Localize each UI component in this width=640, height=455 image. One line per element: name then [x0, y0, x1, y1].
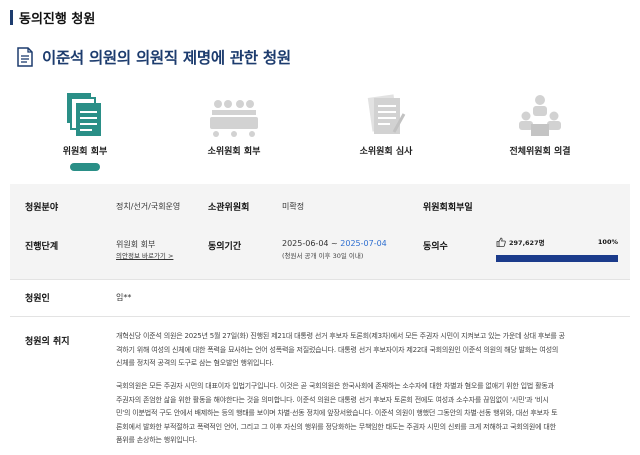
votes-count-wrap: 297,627명 [496, 237, 545, 247]
purpose-line: 격하기 위해 여성의 신체에 대한 폭력을 묘사하는 언어 성폭력을 저질렀습니… [116, 345, 559, 354]
divider [10, 279, 630, 280]
period-note: (청원서 공개 이후 30일 이내) [282, 252, 364, 260]
votes-summary: 297,627명 100% [496, 237, 618, 247]
purpose-paragraph-1: 개혁신당 이준석 의원은 2025년 5월 27일(화) 진행된 제21대 대통… [116, 330, 626, 371]
committee-icon [519, 95, 561, 136]
field-value: 정치/선거/국회운영 [116, 202, 181, 211]
thumbs-up-icon [496, 237, 506, 247]
period-value: 2025-06-04 ~ 2025-07-04 [282, 239, 387, 248]
step-label: 소위원회 심사 [359, 147, 413, 157]
purpose-paragraph-2: 국회의원은 모든 주권자 시민의 대표이자 입법기구입니다. 이것은 곧 국회의… [116, 380, 626, 448]
stage-label: 진행단계 [25, 242, 59, 252]
section-header-bar [10, 9, 13, 25]
meeting-table-icon [210, 100, 258, 137]
step-label: 위원회 회부 [62, 147, 108, 157]
petitioner-label: 청원인 [25, 294, 50, 304]
divider [10, 316, 630, 317]
document-icon [17, 47, 33, 67]
period-label: 동의기간 [208, 242, 242, 252]
votes-percent: 100% [597, 238, 618, 246]
section-title: 동의진행 청원 [19, 11, 96, 27]
purpose-line: 신체를 정치적 공격의 도구로 삼는 혐오발언 행위입니다. [116, 359, 274, 368]
step-subcommittee-review: 소위원회 심사 [326, 88, 446, 157]
petition-title-row: 이준석 의원의 의원직 제명에 관한 청원 [16, 46, 291, 68]
petition-info: 청원분야 정치/선거/국회운영 소관위원회 미확정 위원회회부일 진행단계 위원… [10, 184, 630, 450]
purpose-line: 주권자의 존엄한 삶을 위한 활동을 해야한다는 것을 의미합니다. 이준석 의… [116, 395, 549, 404]
stage-value: 위원회 회부 [116, 240, 156, 249]
section-header: 동의진행 청원 [10, 7, 95, 27]
bill-info-link[interactable]: 의안정보 바로가기 > [116, 250, 173, 260]
votes-progress-bar [496, 255, 618, 262]
petition-title: 이준석 의원의 의원직 제명에 관한 청원 [42, 49, 291, 67]
info-summary-background [10, 184, 630, 279]
active-step-indicator [70, 163, 100, 171]
step-subcommittee-referral: 소위원회 회부 [174, 88, 294, 157]
votes-count: 297,627명 [509, 239, 545, 247]
purpose-line: 론회에서 발화한 부적절하고 폭력적인 언어, 그리고 그 이후 자신의 행위를… [116, 422, 556, 431]
purpose-line: 국회의원은 모든 주권자 시민의 대표이자 입법기구입니다. 이것은 곧 국회의… [116, 382, 554, 390]
step-label: 소위원회 회부 [207, 147, 261, 157]
period-start: 2025-06-04 ~ [282, 239, 341, 248]
committee-value: 미확정 [282, 202, 305, 211]
committee-label: 소관위원회 [208, 203, 250, 213]
purpose-line: 개혁신당 이준석 의원은 2025년 5월 27일(화) 진행된 제21대 대통… [116, 332, 565, 340]
purpose-line: 품위를 손상하는 행위입니다. [116, 436, 197, 445]
field-label: 청원분야 [25, 203, 59, 213]
petitioner-value: 임** [116, 293, 132, 302]
review-document-icon [367, 94, 406, 134]
votes-progress-fill [496, 255, 618, 262]
referral-date-label: 위원회회부일 [423, 203, 473, 213]
purpose-label: 청원의 취지 [25, 337, 70, 347]
documents-icon [67, 93, 101, 136]
step-committee-referral: 위원회 회부 [25, 88, 145, 171]
votes-label: 동의수 [423, 242, 448, 252]
step-full-committee-vote: 전체위원회 의결 [480, 88, 600, 157]
purpose-line: 민'의 이분법적 구도 안에서 배제하는 등의 행태를 보이며 차별·선동 정치… [116, 409, 558, 418]
period-end: 2025-07-04 [340, 239, 387, 248]
progress-steps: 위원회 회부 소위원회 회부 소위원회 심사 전체위원회 의결 [0, 88, 640, 178]
step-label: 전체위원회 의결 [509, 147, 571, 157]
